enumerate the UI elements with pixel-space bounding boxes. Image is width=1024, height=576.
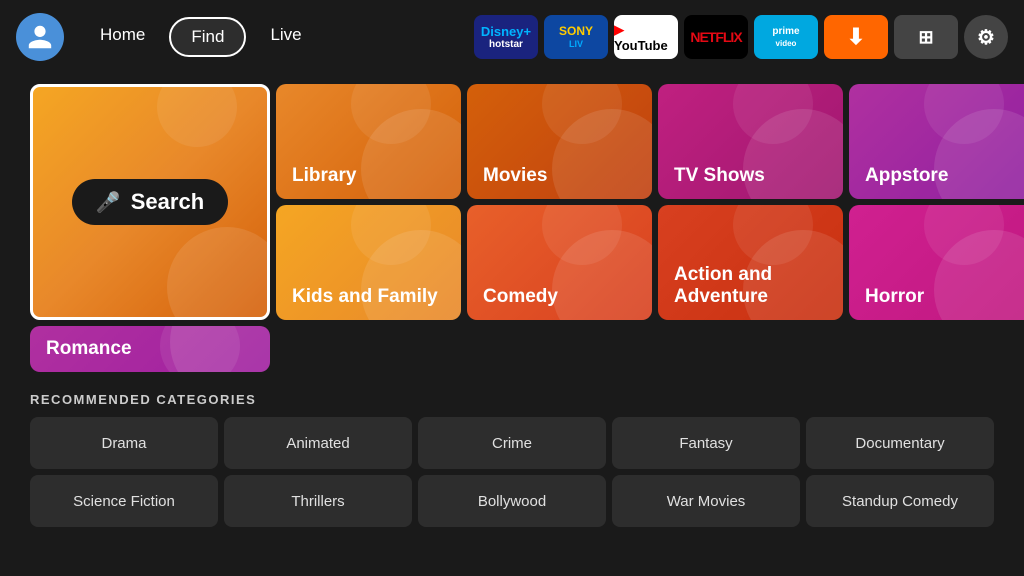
rec-item[interactable]: Documentary	[806, 417, 994, 469]
rec-item[interactable]: Crime	[418, 417, 606, 469]
search-label: Search	[131, 189, 204, 215]
library-cell[interactable]: Library	[276, 84, 461, 199]
comedy-label: Comedy	[483, 286, 558, 308]
app-youtube[interactable]: ▶ YouTube	[614, 15, 678, 59]
app-netflix[interactable]: NETFLIX	[684, 15, 748, 59]
top-nav: Home Find Live Disney+ hotstar SONYLIV ▶…	[0, 0, 1024, 74]
search-cell[interactable]: 🎤 Search	[30, 84, 270, 320]
app-downloader[interactable]: ⬇	[824, 15, 888, 59]
app-grid[interactable]: ⊞	[894, 15, 958, 59]
search-button[interactable]: 🎤 Search	[72, 179, 228, 225]
recommended-grid: DramaAnimatedCrimeFantasyDocumentary Scie…	[30, 417, 994, 527]
tvshows-cell[interactable]: TV Shows	[658, 84, 843, 199]
settings-icon[interactable]: ⚙	[964, 15, 1008, 59]
rec-item[interactable]: Thrillers	[224, 475, 412, 527]
rec-item[interactable]: Science Fiction	[30, 475, 218, 527]
app-icons: Disney+ hotstar SONYLIV ▶ YouTube NETFLI…	[474, 15, 1008, 59]
nav-home[interactable]: Home	[80, 17, 165, 57]
kids-cell[interactable]: Kids and Family	[276, 205, 461, 320]
recommended-title: RECOMMENDED CATEGORIES	[30, 392, 994, 407]
movies-cell[interactable]: Movies	[467, 84, 652, 199]
category-grid: 🎤 Search Library Movies TV Shows Appstor…	[30, 84, 994, 372]
nav-find[interactable]: Find	[169, 17, 246, 57]
rec-item[interactable]: Bollywood	[418, 475, 606, 527]
mic-icon: 🎤	[96, 190, 121, 215]
movies-label: Movies	[483, 165, 547, 187]
tvshows-label: TV Shows	[674, 165, 765, 187]
appstore-cell[interactable]: Appstore	[849, 84, 1024, 199]
app-prime[interactable]: primevideo	[754, 15, 818, 59]
rec-item[interactable]: Fantasy	[612, 417, 800, 469]
recommended-section: RECOMMENDED CATEGORIES DramaAnimatedCrim…	[30, 392, 994, 527]
app-sonyliv[interactable]: SONYLIV	[544, 15, 608, 59]
main-area: 🎤 Search Library Movies TV Shows Appstor…	[0, 74, 1024, 527]
app-hotstar[interactable]: Disney+ hotstar	[474, 15, 538, 59]
avatar[interactable]	[16, 13, 64, 61]
horror-cell[interactable]: Horror	[849, 205, 1024, 320]
rec-item[interactable]: War Movies	[612, 475, 800, 527]
rec-item[interactable]: Drama	[30, 417, 218, 469]
action-label: Action and Adventure	[674, 264, 827, 308]
rec-item[interactable]: Standup Comedy	[806, 475, 994, 527]
action-cell[interactable]: Action and Adventure	[658, 205, 843, 320]
kids-label: Kids and Family	[292, 286, 438, 308]
comedy-cell[interactable]: Comedy	[467, 205, 652, 320]
library-label: Library	[292, 165, 356, 187]
nav-links: Home Find Live	[80, 17, 322, 57]
romance-cell[interactable]: Romance	[30, 326, 270, 372]
rec-item[interactable]: Animated	[224, 417, 412, 469]
horror-label: Horror	[865, 286, 924, 308]
appstore-label: Appstore	[865, 165, 948, 187]
romance-label: Romance	[46, 338, 132, 360]
nav-live[interactable]: Live	[250, 17, 321, 57]
